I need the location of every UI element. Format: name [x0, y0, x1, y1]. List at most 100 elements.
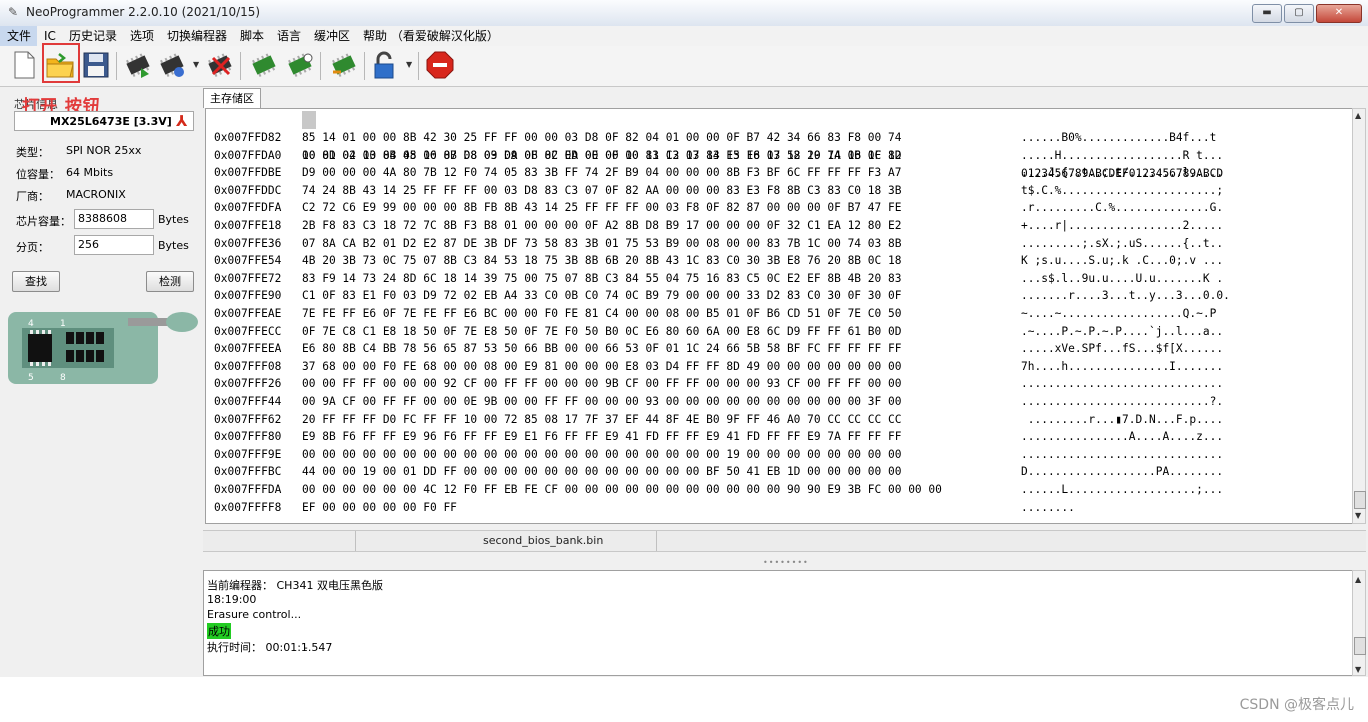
chip-name: MX25L6473E [3.3V]: [50, 115, 172, 128]
hex-bytes[interactable]: 00 00 00 00 00 00 00 00 00 00 00 00 00 0…: [302, 446, 901, 464]
hex-bytes[interactable]: 2B F8 83 C3 18 72 7C 8B F3 B8 01 00 00 0…: [302, 217, 901, 235]
auto-chip-icon[interactable]: [328, 49, 360, 81]
hex-bytes[interactable]: D9 00 00 00 4A 80 7B 12 F0 74 05 83 3B F…: [302, 164, 901, 182]
scroll-thumb[interactable]: [1354, 637, 1366, 655]
hex-ascii[interactable]: ........: [1021, 499, 1075, 517]
hex-ascii[interactable]: .~....P.~.P.~.P....`j..l...a..: [1021, 323, 1223, 341]
scroll-up-icon[interactable]: ▲: [1355, 111, 1361, 120]
hex-ascii[interactable]: ~....~..................Q.~.P: [1021, 305, 1216, 323]
hex-ascii[interactable]: ...s$.l..9u.u....U.u.......K .: [1021, 270, 1223, 288]
pdf-icon[interactable]: ⅄: [176, 112, 187, 130]
hex-bytes[interactable]: 44 00 00 19 00 01 DD FF 00 00 00 00 00 0…: [302, 463, 901, 481]
splitter-grip-icon[interactable]: ••••••••: [763, 558, 809, 567]
hex-bytes[interactable]: 74 24 8B 43 14 25 FF FF FF 00 03 D8 83 C…: [302, 182, 901, 200]
detect-button[interactable]: 检测: [146, 271, 194, 292]
hex-bytes[interactable]: C2 72 C6 E9 99 00 00 00 8B FB 8B 43 14 2…: [302, 199, 901, 217]
menu-file[interactable]: 文件: [0, 26, 38, 46]
new-file-icon[interactable]: [8, 49, 40, 81]
chevron-down-icon[interactable]: ▼: [406, 60, 412, 69]
hex-editor[interactable]: 00 01 02 03 04 05 06 07 08 09 0A 0B 0C 0…: [205, 108, 1353, 524]
hex-ascii[interactable]: ................A....A....z...: [1021, 428, 1223, 446]
hex-bytes[interactable]: 00 00 FF FF 00 00 00 92 CF 00 FF FF 00 0…: [302, 375, 901, 393]
hex-bytes[interactable]: EF 00 00 00 00 00 F0 FF: [302, 499, 457, 517]
toolbar-separator: [240, 52, 241, 80]
menu-switch-programmer[interactable]: 切换编程器: [160, 26, 233, 46]
window-controls: ▬ ▢ ✕: [1252, 4, 1362, 23]
hex-ascii[interactable]: ............................?.: [1021, 393, 1223, 411]
hex-ascii[interactable]: .......r....3...t..y...3...0.0.: [1021, 287, 1230, 305]
menu-script[interactable]: 脚本: [233, 26, 270, 46]
splitter[interactable]: ••••••••: [203, 552, 1366, 568]
blank-check-icon[interactable]: [284, 49, 316, 81]
menu-buffer[interactable]: 缓冲区: [307, 26, 356, 46]
log-scrollbar[interactable]: ▲ ▼: [1352, 570, 1366, 676]
erase-chip-icon[interactable]: [204, 49, 236, 81]
hex-bytes[interactable]: 00 00 00 00 00 00 4C 12 F0 FF EB FE CF 0…: [302, 481, 942, 499]
hex-address: 0x007FFEEA: [214, 342, 282, 356]
lock-icon[interactable]: [368, 49, 400, 81]
hex-bytes[interactable]: E9 8B F6 FF FF E9 96 F6 FF FF E9 E1 F6 F…: [302, 428, 901, 446]
maximize-button[interactable]: ▢: [1284, 4, 1314, 23]
hex-ascii[interactable]: ......B0%.............B4f...t: [1021, 129, 1216, 147]
hex-ascii[interactable]: .....H..................R t...: [1021, 147, 1223, 165]
hex-ascii[interactable]: 7h....h...............I.......: [1021, 358, 1223, 376]
hex-address: 0x007FFF26: [214, 377, 282, 391]
hex-address: 0x007FFFF8: [214, 500, 282, 514]
save-disk-icon[interactable]: [80, 49, 112, 81]
hex-address: 0x007FFDFA: [214, 201, 282, 215]
hex-ascii[interactable]: .........r...▮7.D.N...F.p....: [1021, 411, 1223, 429]
hex-bytes[interactable]: E6 80 8B C4 BB 78 56 65 87 53 50 66 BB 0…: [302, 340, 901, 358]
hex-bytes[interactable]: 10 8D 04 10 8B 48 10 8B D8 03 D9 0F 82 E…: [302, 147, 901, 165]
toolbar-separator: [116, 52, 117, 80]
bits-value: 64 Mbits: [66, 166, 114, 179]
log-line-time: 18:19:00: [207, 593, 257, 606]
toolbar: ▼ ▼: [0, 46, 1368, 87]
hex-bytes[interactable]: 00 9A CF 00 FF FF 00 00 0E 9B 00 00 FF F…: [302, 393, 901, 411]
scroll-down-icon[interactable]: ▼: [1355, 511, 1361, 520]
find-button[interactable]: 查找: [12, 271, 60, 292]
toolbar-separator: [364, 52, 365, 80]
hex-ascii[interactable]: D...................PA........: [1021, 463, 1223, 481]
hex-bytes[interactable]: 07 8A CA B2 01 D2 E2 87 DE 3B DF 73 58 8…: [302, 235, 901, 253]
hex-ascii[interactable]: ....J.{..t..;.t/........l.....: [1021, 164, 1223, 182]
scroll-up-icon[interactable]: ▲: [1355, 575, 1361, 584]
stop-icon[interactable]: [424, 49, 456, 81]
hex-ascii[interactable]: ......L...................;...: [1021, 481, 1223, 499]
verify-chip-icon[interactable]: [248, 49, 280, 81]
hex-bytes[interactable]: 85 14 01 00 00 8B 42 30 25 FF FF 00 00 0…: [302, 129, 901, 147]
menu-help[interactable]: 帮助 （看爱破解汉化版）: [356, 26, 505, 46]
hex-address: 0x007FFF08: [214, 359, 282, 373]
hex-ascii[interactable]: ..............................: [1021, 375, 1223, 393]
hex-address: 0x007FFE54: [214, 254, 282, 268]
hex-bytes[interactable]: 20 FF FF FF D0 FC FF FF 10 00 72 85 08 1…: [302, 411, 901, 429]
tab-main-memory[interactable]: 主存储区: [203, 88, 261, 108]
hex-ascii[interactable]: +....r|.................2.....: [1021, 217, 1223, 235]
hex-bytes[interactable]: 37 68 00 00 F0 FE 68 00 00 08 00 E9 81 0…: [302, 358, 901, 376]
hex-scrollbar[interactable]: ▲ ▼: [1352, 108, 1366, 524]
hex-ascii[interactable]: ..............................: [1021, 446, 1223, 464]
scroll-down-icon[interactable]: ▼: [1355, 665, 1361, 674]
hex-ascii[interactable]: K ;s.u....S.u;.k .C...0;.v ...: [1021, 252, 1223, 270]
hex-ascii[interactable]: .....xVe.SPf...fS...$f[X......: [1021, 340, 1223, 358]
hex-bytes[interactable]: 0F 7E C8 C1 E8 18 50 0F 7E E8 50 0F 7E F…: [302, 323, 901, 341]
chevron-down-icon[interactable]: ▼: [193, 60, 199, 69]
hex-bytes[interactable]: 7E FE FF E6 0F 7E FE FF E6 BC 00 00 F0 F…: [302, 305, 901, 323]
read-chip-icon[interactable]: [122, 49, 154, 81]
write-chip-icon[interactable]: [156, 49, 188, 81]
hex-bytes[interactable]: 4B 20 3B 73 0C 75 07 8B C3 84 53 18 75 3…: [302, 252, 901, 270]
minimize-button[interactable]: ▬: [1252, 4, 1282, 23]
hex-bytes[interactable]: 83 F9 14 73 24 8D 6C 18 14 39 75 00 75 0…: [302, 270, 901, 288]
menu-language[interactable]: 语言: [270, 26, 307, 46]
hex-ascii[interactable]: t$.C.%.......................;: [1021, 182, 1223, 200]
page-label: 分页：: [16, 241, 49, 254]
column-highlight: [302, 111, 316, 129]
capacity-field[interactable]: 8388608: [74, 209, 154, 229]
page-field[interactable]: 256: [74, 235, 154, 255]
hex-bytes[interactable]: C1 0F 83 E1 F0 03 D9 72 02 EB A4 33 C0 0…: [302, 287, 901, 305]
hex-ascii[interactable]: .r.........C.%..............G.: [1021, 199, 1223, 217]
status-filename: second_bios_bank.bin: [483, 534, 604, 547]
hex-ascii[interactable]: .........;.sX.;.uS......{..t..: [1021, 235, 1223, 253]
close-button[interactable]: ✕: [1316, 4, 1362, 23]
scroll-thumb[interactable]: [1354, 491, 1366, 509]
menu-options[interactable]: 选项: [123, 26, 160, 46]
